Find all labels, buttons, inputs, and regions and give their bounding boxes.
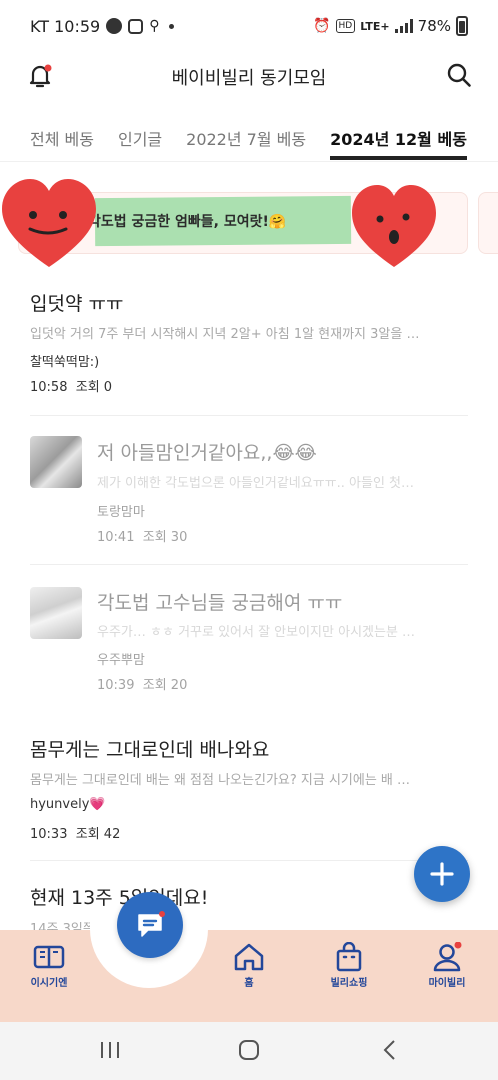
shopping-bag-icon xyxy=(336,942,362,972)
post-time: 10:41 xyxy=(97,530,135,545)
post-author: 토랑맘마 xyxy=(97,505,145,520)
chat-button[interactable] xyxy=(117,892,183,958)
views-label: 조회 xyxy=(75,380,100,395)
post-snippet: 제가 이해한 각도법으론 아들인거같네요ㅠㅠ.. 아들인 첫… xyxy=(97,476,415,491)
book-icon xyxy=(33,945,65,969)
person-icon xyxy=(433,942,462,972)
bell-icon[interactable] xyxy=(26,62,54,90)
carrier-time: KT 10:59 xyxy=(30,16,101,36)
add-post-button[interactable] xyxy=(414,846,470,902)
link-notification-icon: ⚲ xyxy=(149,18,160,34)
post-title: 몸무게는 그대로인데 배나와요 xyxy=(30,739,270,761)
views-label: 조회 xyxy=(142,530,167,545)
tab-all[interactable]: 전체 베동 xyxy=(30,118,94,162)
post-title: 현재 13주 5일인데요! xyxy=(30,887,209,909)
post-time: 10:39 xyxy=(97,678,135,693)
views-label: 조회 xyxy=(142,678,167,693)
post-author: 찰떡쑥떡맘:) xyxy=(30,355,100,370)
post-author: 우주뿌맘 xyxy=(97,653,145,668)
post-meta: 10:58 조회 0 xyxy=(30,376,112,395)
views-count: 42 xyxy=(103,827,121,842)
nav-label: 빌리쇼핑 xyxy=(330,978,368,989)
banner-text: 각도법 궁금한 엄빠들, 모여랏!🤗 xyxy=(88,214,287,230)
battery-icon xyxy=(456,16,468,36)
nav-label: 마이빌리 xyxy=(428,978,466,989)
plus-icon xyxy=(430,862,454,886)
bottom-nav: 이시기엔 홈 빌리쇼핑 마이빌리 xyxy=(0,908,498,1022)
post-snippet: 우주가… ㅎㅎ 거꾸로 있어서 잘 안보이지만 아시겠는분 … xyxy=(97,625,416,640)
list-item[interactable]: 저 아들맘인거같아요,,😂😂 제가 이해한 각도법으론 아들인거같네요ㅠㅠ.. … xyxy=(0,416,498,564)
home-button-icon[interactable] xyxy=(237,1038,261,1062)
post-snippet: 입덧악 거의 7주 부더 시작해시 지녁 2알+ 아침 1알 현재까지 3알을 … xyxy=(30,327,420,342)
list-item[interactable]: 몸무게는 그대로인데 배나와요 몸무게는 그대로인데 배는 왜 점점 나오는긴가… xyxy=(0,713,498,860)
nav-label: 홈 xyxy=(244,978,254,989)
app-header: 베이비빌리 동기모임 xyxy=(0,52,498,102)
back-icon[interactable] xyxy=(378,1038,402,1062)
views-count: 0 xyxy=(103,380,113,395)
views-label: 조회 xyxy=(75,827,100,842)
status-bar: KT 10:59 ⚲ ⏰ HD LTE+ 78% xyxy=(0,0,498,52)
post-time: 10:58 xyxy=(30,380,68,395)
post-title: 입덧약 ㅠㅠ xyxy=(30,293,124,315)
post-thumbnail xyxy=(30,587,82,639)
post-meta: 10:39 조회 20 xyxy=(97,674,187,693)
tab-bar: 전체 베동 인기글 2022년 7월 베동 2024년 12월 베동 xyxy=(0,118,498,162)
battery-percent: 78% xyxy=(417,17,451,35)
post-title: 각도법 고수님들 궁금해여 ㅠㅠ xyxy=(97,592,343,614)
status-left: KT 10:59 ⚲ xyxy=(30,16,175,36)
status-right: ⏰ HD LTE+ 78% xyxy=(313,16,468,36)
chat-icon xyxy=(138,911,165,937)
post-snippet: 몸무게는 그대로인데 배는 왜 점점 나오는긴가요? 지금 시기에는 배 … xyxy=(30,773,411,788)
event-banner[interactable]: 각도법 궁금한 엄빠들, 모여랏!🤗 xyxy=(0,175,498,275)
banner-card-next[interactable] xyxy=(478,192,498,254)
tab-2022-07[interactable]: 2022년 7월 베동 xyxy=(186,118,306,162)
system-nav-bar xyxy=(0,1022,498,1080)
post-meta: 10:33 조회 42 xyxy=(30,823,120,842)
post-meta: 10:41 조회 30 xyxy=(97,526,187,545)
instagram-icon xyxy=(128,18,144,34)
tab-2024-12[interactable]: 2024년 12월 베동 xyxy=(330,118,467,162)
nav-item-shopping[interactable]: 빌리쇼핑 xyxy=(314,942,384,989)
views-count: 30 xyxy=(170,530,188,545)
network-label: LTE+ xyxy=(360,19,390,33)
nav-item-this-period[interactable]: 이시기엔 xyxy=(14,942,84,989)
post-title: 저 아들맘인거같아요,,😂😂 xyxy=(97,442,317,464)
list-item[interactable]: 각도법 고수님들 궁금해여 ㅠㅠ 우주가… ㅎㅎ 거꾸로 있어서 잘 안보이지만… xyxy=(0,565,498,713)
nav-item-my[interactable]: 마이빌리 xyxy=(412,942,482,989)
signal-icon xyxy=(394,19,413,33)
home-icon xyxy=(234,943,264,971)
more-notifications-icon xyxy=(169,23,175,29)
alarm-icon: ⏰ xyxy=(313,18,331,34)
heart-sticker-right xyxy=(352,185,436,267)
chat-notification-icon xyxy=(106,18,123,34)
post-time: 10:33 xyxy=(30,827,68,842)
recent-apps-icon[interactable] xyxy=(98,1038,122,1062)
heart-sticker-left xyxy=(2,179,96,267)
list-item[interactable]: 입덧약 ㅠㅠ 입덧악 거의 7주 부더 시작해시 지녁 2알+ 아침 1알 현재… xyxy=(0,275,498,415)
post-thumbnail xyxy=(30,436,82,488)
post-author: hyunvely💗 xyxy=(30,797,106,812)
views-count: 20 xyxy=(170,678,188,693)
nav-item-home[interactable]: 홈 xyxy=(214,942,284,989)
nav-label: 이시기엔 xyxy=(30,978,68,989)
hd-icon: HD xyxy=(335,19,356,33)
tab-popular[interactable]: 인기글 xyxy=(118,118,162,162)
search-icon[interactable] xyxy=(446,62,472,88)
page-title: 베이비빌리 동기모임 xyxy=(171,68,327,89)
